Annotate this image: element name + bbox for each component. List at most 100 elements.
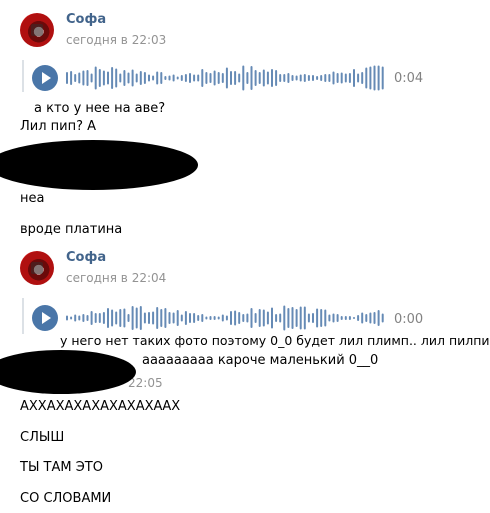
voice-waveform[interactable] [64,63,384,93]
waveform-bar [143,312,146,324]
avatar[interactable] [20,13,54,47]
waveform-bar [361,72,364,84]
play-button[interactable] [32,305,58,331]
waveform-bar [148,312,150,324]
redaction-blob [0,350,136,394]
waveform-bar [336,314,339,322]
waveform-bar [102,70,105,86]
author-name[interactable]: Софа [66,12,106,27]
waveform-bar [213,70,216,86]
waveform-bar [115,311,118,325]
author-name[interactable]: Софа [66,250,106,265]
waveform-bar [381,313,384,323]
waveform-bar [242,314,245,322]
waveform-bar [184,311,187,325]
message-time[interactable]: сегодня в 22:03 [66,33,166,47]
waveform-bar [66,315,68,321]
waveform-bar [123,70,126,86]
message-text: вроде платина [20,222,123,237]
waveform-bar [291,307,294,329]
waveform-bar [230,311,232,325]
waveform-bar [307,313,310,323]
waveform-bar [70,71,73,85]
waveform-bar [234,71,237,85]
redaction-blob [0,140,198,190]
waveform-bar [246,313,249,323]
waveform-bar [238,73,241,83]
waveform-bar [98,313,101,323]
waveform-bar [275,314,278,322]
message-text: Лил пип? А [20,119,97,134]
waveform-bar [168,312,171,324]
voice-waveform[interactable] [64,303,384,333]
waveform-bar [234,310,237,326]
waveform-bar [143,72,146,84]
waveform-bar [303,306,306,330]
waveform-bar [160,72,163,84]
waveform-bar [156,307,159,329]
waveform-bar [344,73,347,83]
waveform-bar [303,74,306,82]
waveform-bar [275,70,278,86]
waveform-bar [271,307,273,329]
waveform-bar [316,308,319,328]
play-button[interactable] [32,65,58,91]
waveform-bar [139,306,142,330]
waveform-bar [254,313,257,323]
waveform-bar [332,71,335,85]
waveform-bar [152,75,155,81]
waveform-bar [74,314,77,322]
avatar[interactable] [20,251,54,285]
waveform-bar [209,316,212,320]
waveform-bar [279,74,282,82]
waveform-bar [205,316,208,320]
waveform-bar [353,317,355,319]
waveform-bar [66,72,68,84]
waveform-bar [107,71,109,85]
waveform-bar [189,73,191,83]
waveform-bar [82,70,85,86]
waveform-bar [90,311,93,325]
waveform-bar [279,313,282,323]
waveform-bar [193,313,196,323]
waveform-bar [258,72,261,84]
waveform-bar [225,67,228,89]
waveform-bar [271,69,273,87]
waveform-bar [148,74,150,82]
waveform-bar [340,316,343,320]
message-time[interactable]: сегодня в 22:04 [66,271,166,285]
waveform-bar [369,66,372,90]
waveform-bar [70,316,73,320]
waveform-bar [357,73,360,83]
waveform-bar [201,314,204,322]
waveform-bar [295,75,298,81]
waveform-bar [262,69,265,87]
waveform-bar [324,74,327,82]
waveform-bar [291,75,294,81]
waveform-bar [131,69,134,87]
waveform-bar [193,74,196,82]
voice-quote-bar [22,60,24,92]
message-time[interactable]: 22:05 [128,376,163,390]
waveform-bar [258,309,261,327]
waveform-bar [250,308,253,328]
waveform-bar [135,307,138,329]
waveform-bar [135,73,138,83]
waveform-bar [197,315,200,321]
waveform-bar [111,309,114,327]
waveform-bar [119,73,122,83]
waveform-bar [348,316,351,320]
waveform-bar [369,312,372,324]
waveform-bar [78,315,81,321]
waveform-bar [217,316,220,320]
message-text: у него нет таких фото поэтому 0_0 будет … [60,333,490,348]
waveform-bar [221,73,224,83]
waveform-bar [320,309,323,327]
message-text: а кто у нее на аве? [34,101,166,116]
waveform-bar [266,71,269,85]
waveform-bar [238,312,241,324]
waveform-bar [102,312,105,324]
waveform-bar [361,312,364,324]
waveform-bar [119,309,122,327]
waveform-bar [98,69,101,87]
